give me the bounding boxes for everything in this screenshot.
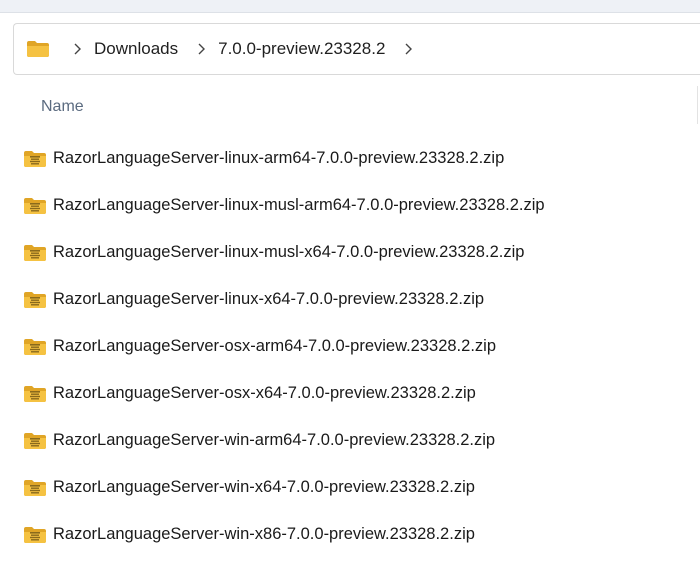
zip-folder-icon — [24, 197, 46, 214]
file-row[interactable]: RazorLanguageServer-osx-arm64-7.0.0-prev… — [0, 323, 700, 370]
column-divider[interactable] — [697, 86, 698, 124]
zip-folder-icon — [24, 150, 46, 167]
zip-folder-icon — [24, 432, 46, 449]
file-row[interactable]: RazorLanguageServer-linux-musl-x64-7.0.0… — [0, 229, 700, 276]
file-row[interactable]: RazorLanguageServer-win-x64-7.0.0-previe… — [0, 464, 700, 511]
file-row[interactable]: RazorLanguageServer-linux-musl-arm64-7.0… — [0, 182, 700, 229]
file-name[interactable]: RazorLanguageServer-linux-arm64-7.0.0-pr… — [53, 149, 504, 168]
zip-folder-icon — [24, 291, 46, 308]
file-row[interactable]: RazorLanguageServer-win-x86-7.0.0-previe… — [0, 511, 700, 558]
breadcrumb-current-folder[interactable]: 7.0.0-preview.23328.2 — [218, 39, 385, 59]
zip-folder-icon — [24, 244, 46, 261]
folder-icon[interactable] — [26, 40, 50, 58]
column-header-name[interactable]: Name — [41, 98, 84, 116]
toolbar-strip — [0, 0, 700, 13]
file-name[interactable]: RazorLanguageServer-linux-musl-arm64-7.0… — [53, 196, 545, 215]
file-row[interactable]: RazorLanguageServer-osx-x64-7.0.0-previe… — [0, 370, 700, 417]
zip-folder-icon — [24, 338, 46, 355]
file-name[interactable]: RazorLanguageServer-win-arm64-7.0.0-prev… — [53, 431, 495, 450]
file-name[interactable]: RazorLanguageServer-win-x86-7.0.0-previe… — [53, 525, 475, 544]
zip-folder-icon — [24, 385, 46, 402]
file-row[interactable]: RazorLanguageServer-win-arm64-7.0.0-prev… — [0, 417, 700, 464]
breadcrumb-downloads[interactable]: Downloads — [94, 39, 178, 59]
address-bar[interactable]: Downloads 7.0.0-preview.23328.2 — [13, 23, 700, 75]
file-name[interactable]: RazorLanguageServer-win-x64-7.0.0-previe… — [53, 478, 475, 497]
file-list: RazorLanguageServer-linux-arm64-7.0.0-pr… — [0, 135, 700, 558]
file-row[interactable]: RazorLanguageServer-linux-arm64-7.0.0-pr… — [0, 135, 700, 182]
file-explorer-window: Downloads 7.0.0-preview.23328.2 Name Raz… — [0, 0, 700, 578]
file-row[interactable]: RazorLanguageServer-linux-x64-7.0.0-prev… — [0, 276, 700, 323]
zip-folder-icon — [24, 479, 46, 496]
chevron-right-icon[interactable] — [70, 42, 84, 56]
chevron-right-icon[interactable] — [194, 42, 208, 56]
file-name[interactable]: RazorLanguageServer-osx-x64-7.0.0-previe… — [53, 384, 476, 403]
zip-folder-icon — [24, 526, 46, 543]
file-name[interactable]: RazorLanguageServer-linux-x64-7.0.0-prev… — [53, 290, 484, 309]
file-name[interactable]: RazorLanguageServer-linux-musl-x64-7.0.0… — [53, 243, 524, 262]
chevron-right-icon[interactable] — [401, 42, 415, 56]
file-name[interactable]: RazorLanguageServer-osx-arm64-7.0.0-prev… — [53, 337, 496, 356]
